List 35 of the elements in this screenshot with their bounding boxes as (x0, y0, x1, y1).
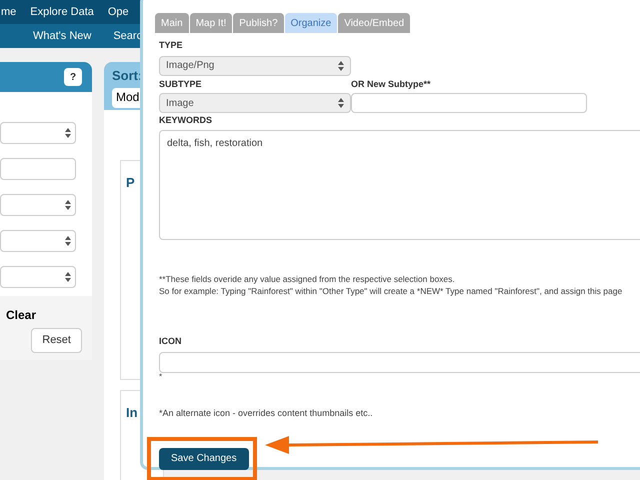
nav-link[interactable]: Ope (108, 4, 129, 20)
field-label: KEYWORDS (159, 114, 214, 127)
select-caret-icon (65, 200, 71, 210)
select-field[interactable] (0, 230, 76, 252)
keywords-field[interactable]: delta, fish, restoration (159, 130, 640, 240)
nav-link[interactable]: What's New (33, 28, 92, 44)
select-field[interactable] (0, 266, 76, 288)
new-subtype-field[interactable] (351, 93, 587, 113)
icon-note: *An alternate icon - overrides content thumbnails etc.. (159, 407, 374, 420)
help-button[interactable]: ? (64, 68, 82, 86)
text-field[interactable] (0, 158, 76, 180)
field-label: ICON (159, 334, 182, 348)
note-text: **These fields overide any value assigned from the respective selection boxes. (159, 272, 456, 284)
type-select[interactable]: Image/Png (159, 56, 351, 76)
card-title: In (126, 405, 138, 420)
nav-link[interactable]: me (1, 4, 16, 20)
nav-link[interactable]: Explore Data (30, 4, 94, 20)
field-label: SUBTYPE (159, 78, 203, 90)
note-text: So for example: Typing "Rainforest" within "Other Type" will create a *NEW* Type named "Rainforest", and assign this page (159, 284, 624, 296)
select-caret-icon (338, 98, 344, 108)
select-caret-icon (65, 128, 71, 138)
select-caret-icon (338, 60, 344, 70)
select-caret-icon (65, 272, 71, 282)
icon-field[interactable] (159, 352, 640, 373)
clear-label[interactable]: Clear (0, 306, 36, 324)
select-field[interactable] (0, 194, 76, 216)
save-changes-button[interactable]: Save Changes (159, 448, 249, 470)
card-title: P (126, 175, 135, 190)
footnote-mark: * (159, 373, 164, 381)
subtype-select[interactable]: Image (159, 93, 351, 113)
field-label: TYPE (159, 39, 184, 52)
field-label: OR New Subtype** (351, 78, 432, 91)
reset-button[interactable]: Reset (31, 328, 82, 352)
select-caret-icon (65, 236, 71, 246)
select-field[interactable] (0, 122, 76, 144)
